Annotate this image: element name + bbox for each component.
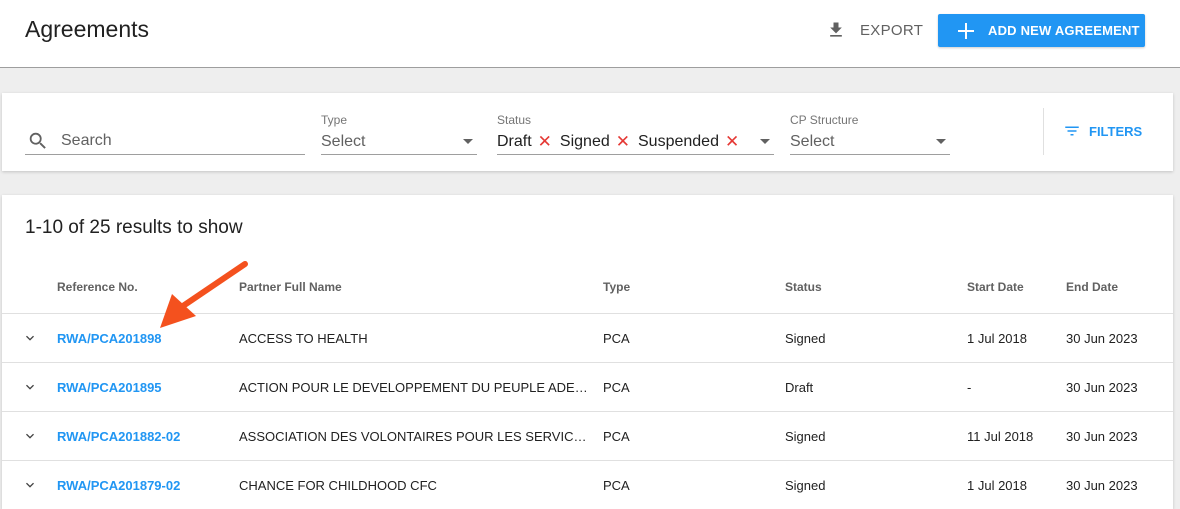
chip-label: Suspended bbox=[638, 132, 719, 150]
end-date: 30 Jun 2023 bbox=[1066, 478, 1138, 493]
cp-structure-label: CP Structure bbox=[790, 113, 859, 127]
caret-down-icon bbox=[936, 139, 946, 144]
filters-label: FILTERS bbox=[1089, 123, 1143, 139]
filters-button[interactable]: FILTERS bbox=[1063, 122, 1142, 140]
agreement-status: Signed bbox=[785, 478, 826, 493]
agreement-status: Signed bbox=[785, 331, 826, 346]
reference-link[interactable]: RWA/PCA201882-02 bbox=[57, 429, 180, 444]
start-date: 11 Jul 2018 bbox=[967, 429, 1034, 444]
status-label: Status bbox=[497, 113, 532, 127]
cp-structure-value: Select bbox=[790, 132, 835, 150]
end-date: 30 Jun 2023 bbox=[1066, 429, 1138, 444]
agreement-type: PCA bbox=[603, 380, 630, 395]
annotation-arrow-icon bbox=[160, 261, 248, 328]
page-title: Agreements bbox=[25, 16, 150, 42]
column-header-start-date[interactable]: Start Date bbox=[967, 280, 1024, 294]
chip-label: Signed bbox=[559, 132, 610, 150]
agreement-status: Signed bbox=[785, 429, 826, 444]
results-count: 1-10 of 25 results to show bbox=[25, 217, 243, 238]
type-label: Type bbox=[321, 113, 348, 127]
remove-chip-icon[interactable]: ✕ bbox=[538, 132, 552, 152]
remove-chip-icon[interactable]: ✕ bbox=[616, 132, 630, 152]
chevron-down-icon[interactable] bbox=[22, 379, 38, 395]
chevron-down-icon[interactable] bbox=[22, 477, 38, 493]
reference-link[interactable]: RWA/PCA201898 bbox=[57, 331, 162, 346]
partner-name: ASSOCIATION DES VOLONTAIRES POUR LES SER… bbox=[239, 429, 589, 444]
caret-down-icon bbox=[760, 139, 770, 144]
reference-link[interactable]: RWA/PCA201879-02 bbox=[57, 478, 180, 493]
filter-bar: Type Select Status Draft ✕ Signed ✕ Susp… bbox=[2, 93, 1173, 171]
type-value: Select bbox=[321, 132, 366, 150]
column-header-end-date[interactable]: End Date bbox=[1066, 280, 1118, 294]
search-icon bbox=[29, 132, 46, 149]
add-new-agreement-button[interactable]: ADD NEW AGREEMENT bbox=[938, 14, 1145, 47]
export-label: EXPORT bbox=[860, 21, 924, 39]
filter-list-icon bbox=[1065, 126, 1079, 136]
search-input[interactable] bbox=[61, 132, 281, 150]
partner-name: ACTION POUR LE DEVELOPPEMENT DU PEUPLE A… bbox=[239, 380, 589, 395]
type-select[interactable]: Select bbox=[321, 129, 477, 155]
cp-structure-dropdown[interactable]: CP Structure Select bbox=[790, 113, 950, 155]
app-header: Agreements EXPORT ADD NEW AGREEMENT bbox=[0, 0, 1180, 68]
chip-label: Draft bbox=[497, 132, 532, 150]
chevron-down-icon[interactable] bbox=[22, 428, 38, 444]
plus-icon bbox=[958, 22, 974, 39]
end-date: 30 Jun 2023 bbox=[1066, 331, 1138, 346]
status-chip-draft: Draft ✕ bbox=[497, 132, 552, 152]
agreement-type: PCA bbox=[603, 478, 630, 493]
agreement-type: PCA bbox=[603, 331, 630, 346]
type-dropdown[interactable]: Type Select bbox=[321, 113, 477, 155]
status-chip-signed: Signed ✕ bbox=[560, 132, 630, 152]
start-date: 1 Jul 2018 bbox=[967, 331, 1027, 346]
reference-link[interactable]: RWA/PCA201895 bbox=[57, 380, 162, 395]
column-header-partner[interactable]: Partner Full Name bbox=[239, 280, 342, 294]
start-date: 1 Jul 2018 bbox=[967, 478, 1027, 493]
status-dropdown[interactable]: Status Draft ✕ Signed ✕ Suspended ✕ bbox=[497, 113, 774, 155]
table-row: RWA/PCA201895 ACTION POUR LE DEVELOPPEME… bbox=[2, 363, 1173, 412]
add-new-agreement-label: ADD NEW AGREEMENT bbox=[988, 23, 1140, 38]
export-button[interactable]: EXPORT bbox=[826, 16, 923, 44]
search-field[interactable] bbox=[25, 128, 305, 155]
column-header-status[interactable]: Status bbox=[785, 280, 822, 294]
table-row: RWA/PCA201882-02 ASSOCIATION DES VOLONTA… bbox=[2, 412, 1173, 461]
start-date: - bbox=[967, 380, 972, 395]
end-date: 30 Jun 2023 bbox=[1066, 380, 1138, 395]
chevron-down-icon[interactable] bbox=[22, 330, 38, 346]
cp-structure-select[interactable]: Select bbox=[790, 129, 950, 155]
caret-down-icon bbox=[463, 139, 473, 144]
status-chip-suspended: Suspended ✕ bbox=[638, 132, 739, 152]
remove-chip-icon[interactable]: ✕ bbox=[725, 132, 739, 152]
partner-name: CHANCE FOR CHILDHOOD CFC bbox=[239, 478, 437, 493]
table-row: RWA/PCA201879-02 CHANCE FOR CHILDHOOD CF… bbox=[2, 461, 1173, 509]
column-header-type[interactable]: Type bbox=[603, 280, 630, 294]
agreement-type: PCA bbox=[603, 429, 630, 444]
column-header-reference[interactable]: Reference No. bbox=[57, 280, 138, 294]
results-table: 1-10 of 25 results to show Reference No.… bbox=[2, 195, 1173, 509]
agreement-status: Draft bbox=[785, 380, 814, 395]
status-select[interactable]: Draft ✕ Signed ✕ Suspended ✕ bbox=[497, 129, 774, 155]
partner-name: ACCESS TO HEALTH bbox=[239, 331, 368, 346]
download-icon bbox=[830, 22, 842, 37]
filter-divider bbox=[1043, 108, 1044, 155]
